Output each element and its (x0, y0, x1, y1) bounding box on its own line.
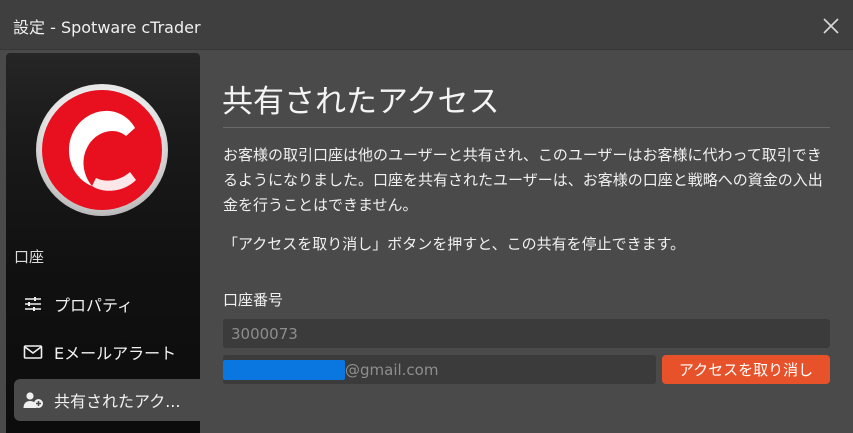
account-number-field: 3000073 (223, 319, 830, 348)
sidebar-item-shared-access[interactable]: 共有されたアク... (14, 379, 200, 421)
shared-user-email-field: @gmail.com (223, 355, 656, 384)
account-number-value: 3000073 (231, 324, 298, 343)
sidebar: 口座 プロパティ Eメールアラート 共有されたアク... (6, 53, 200, 433)
description-text: お客様の取引口座は他のユーザーと共有され、このユーザーはお客様に代わって取引でき… (223, 146, 823, 214)
close-icon (823, 18, 839, 34)
sidebar-item-email-alerts[interactable]: Eメールアラート (14, 331, 200, 373)
envelope-icon (23, 345, 43, 359)
sliders-icon (25, 297, 41, 311)
revoke-hint-text: 「アクセスを取り消し」ボタンを押すと、この共有を停止できます。 (223, 235, 686, 253)
title-divider (223, 127, 830, 128)
sidebar-item-label: Eメールアラート (54, 344, 177, 363)
title-bar: 設定 - Spotware cTrader (0, 0, 853, 50)
settings-window: 設定 - Spotware cTrader 口座 プロパティ Eメールアラート … (0, 0, 853, 433)
window-title: 設定 - Spotware cTrader (13, 18, 201, 37)
sidebar-item-properties[interactable]: プロパティ (14, 283, 200, 325)
sidebar-item-label: プロパティ (54, 296, 134, 315)
shared-email-suffix: @gmail.com (345, 360, 439, 379)
close-button[interactable] (818, 13, 844, 39)
sidebar-section-account: 口座 (14, 248, 45, 266)
redacted-email-user (223, 359, 345, 380)
ctrader-logo (36, 84, 168, 216)
add-user-icon (23, 392, 43, 408)
sidebar-item-label: 共有されたアク... (54, 392, 181, 411)
main-panel: 共有されたアクセス お客様の取引口座は他のユーザーと共有され、このユーザーはお客… (200, 51, 853, 433)
revoke-access-button[interactable]: アクセスを取り消し (662, 355, 830, 384)
account-number-label: 口座番号 (223, 291, 284, 309)
page-title: 共有されたアクセス (222, 84, 500, 120)
